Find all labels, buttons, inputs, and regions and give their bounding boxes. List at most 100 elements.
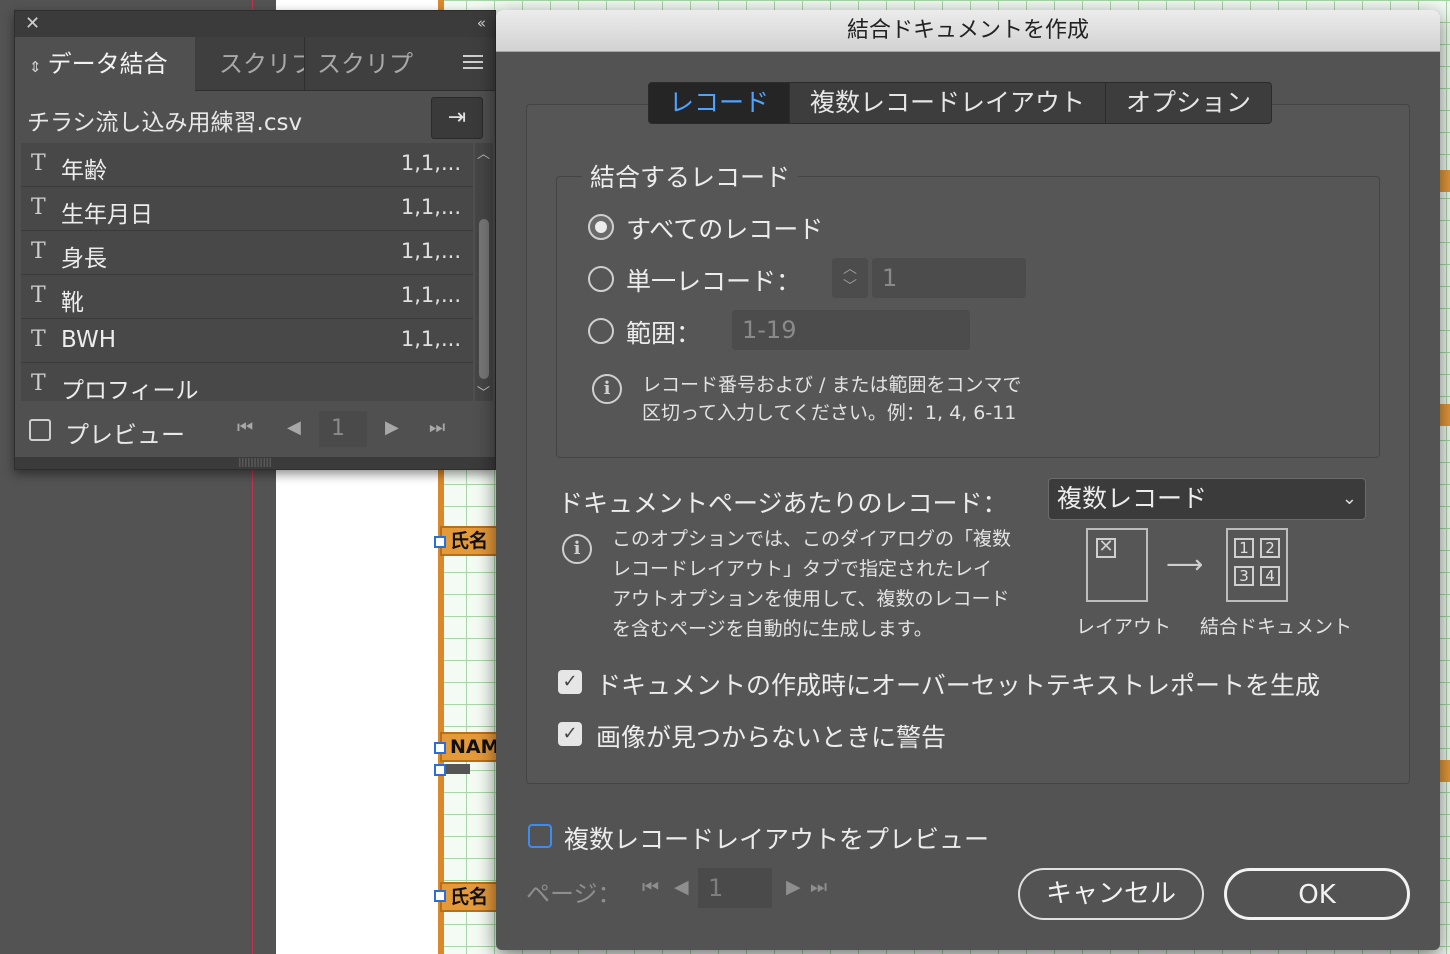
page-label: ページ： [526, 880, 622, 908]
field-list: T 年齢 1,1,... T 生年月日 1,1,... T 身長 1,1,...… [21, 143, 473, 401]
close-icon[interactable]: ✕ [25, 13, 40, 34]
scroll-thumb[interactable] [479, 219, 489, 379]
field-name: プロフィール [61, 378, 199, 401]
tab-options[interactable]: オプション [1106, 83, 1271, 123]
field-name: 生年月日 [61, 202, 153, 228]
records-per-page-value: 複数レコード [1057, 484, 1208, 513]
ok-button[interactable]: OK [1224, 868, 1410, 920]
overset-report-checkbox[interactable]: ✓ [558, 670, 582, 694]
diagram-caption-layout: レイアウト [1076, 616, 1172, 638]
option-help-line-3: アウトオプションを使用して、複数のレコード [612, 588, 1010, 610]
text-field-icon: T [31, 239, 46, 264]
placeholder-image-icon: ✕ [1096, 538, 1116, 558]
first-page-icon: ⏮ [642, 876, 660, 898]
info-icon: i [592, 374, 622, 404]
panel-menu-icon[interactable] [463, 55, 483, 73]
tab-data-merge[interactable]: ⇕ データ結合 [15, 37, 195, 91]
resize-grip[interactable]: ||||||||||| [15, 457, 495, 469]
field-row[interactable]: T 靴 1,1,... [21, 275, 473, 319]
text-field-icon: T [31, 283, 46, 308]
diagram-caption-merged: 結合ドキュメント [1200, 616, 1353, 638]
text-frame-name-2[interactable]: 氏名 < [440, 882, 502, 912]
panel-header: ✕ « [15, 11, 495, 37]
preview-multi-layout-checkbox[interactable] [528, 824, 552, 848]
selection-handle[interactable] [434, 764, 446, 776]
field-row[interactable]: T プロフィール [21, 363, 473, 401]
create-merged-document-dialog: 結合ドキュメントを作成 レコード 複数レコードレイアウト オプション 結合するレ… [496, 10, 1440, 950]
first-record-icon[interactable]: ⏮ [237, 417, 253, 438]
collapse-icon[interactable]: « [477, 14, 486, 32]
option-help-line-4: を含むページを自動的に生成します。 [612, 618, 933, 640]
field-row[interactable]: T BWH 1,1,... [21, 319, 473, 363]
radio-all-records-label[interactable]: すべてのレコード [626, 210, 823, 246]
previous-page-icon: ◀ [674, 876, 689, 898]
data-merge-panel: ✕ « ⇕ データ結合 スクリプ スクリプ チラシ流し込み用練習.csv ⇥ T … [14, 10, 496, 470]
missing-images-checkbox[interactable]: ✓ [558, 722, 582, 746]
selection-handle[interactable] [434, 742, 446, 754]
records-per-page-label: ドキュメントページあたりのレコード： [558, 489, 1008, 518]
radio-single-record[interactable] [588, 266, 614, 292]
last-record-icon[interactable]: ⏭ [429, 417, 445, 438]
create-merged-document-button[interactable]: ⇥ [431, 97, 483, 139]
missing-images-label[interactable]: 画像が見つからないときに警告 [596, 718, 946, 754]
single-record-field: 1 [872, 258, 1026, 298]
radio-range-label[interactable]: 範囲： [626, 314, 701, 350]
diagram-number: 4 [1260, 566, 1280, 586]
text-field-icon: T [31, 151, 46, 176]
dialog-tabs: レコード 複数レコードレイアウト オプション [648, 82, 1273, 124]
text-frame-name[interactable]: 氏名 < [440, 526, 502, 556]
frame-bar [444, 764, 470, 774]
cancel-button[interactable]: キャンセル [1018, 868, 1204, 920]
field-row[interactable]: T 年齢 1,1,... [21, 143, 473, 187]
data-source-row: チラシ流し込み用練習.csv ⇥ [15, 91, 495, 143]
field-name: BWH [61, 327, 116, 353]
chevron-down-icon[interactable]: ﹀ [477, 382, 490, 401]
radio-single-record-label[interactable]: 単一レコード： [626, 262, 801, 298]
chevron-down-icon: ⌄ [1341, 488, 1357, 509]
tab-script-label[interactable]: スクリプ [305, 37, 415, 91]
selection-handle[interactable] [434, 890, 446, 902]
records-per-page-select[interactable]: 複数レコード ⌄ [1048, 478, 1366, 520]
field-name: 年齢 [61, 158, 107, 184]
field-row[interactable]: T 生年月日 1,1,... [21, 187, 473, 231]
selection-handle[interactable] [434, 536, 446, 548]
option-help-line-1: このオプションでは、このダイアログの「複数 [612, 528, 1012, 550]
next-record-icon[interactable]: ▶ [385, 417, 399, 438]
overset-report-label[interactable]: ドキュメントの作成時にオーバーセットテキストレポートを生成 [596, 666, 1320, 702]
preview-checkbox[interactable] [29, 419, 51, 441]
diagram-number: 2 [1260, 538, 1280, 558]
text-field-icon: T [31, 371, 46, 396]
field-sample-value: 1,1,... [400, 151, 461, 175]
arrow-right-icon: ⟶ [1166, 550, 1204, 580]
preview-multi-layout-label[interactable]: 複数レコードレイアウトをプレビュー [564, 820, 989, 856]
next-page-icon: ▶ [786, 876, 801, 898]
tab-records[interactable]: レコード [649, 83, 791, 123]
tab-scripts[interactable]: スクリプ [195, 37, 305, 91]
page-number-field: 1 [698, 868, 772, 908]
option-help-line-2: レコードレイアウト」タブで指定されたレイ [612, 558, 993, 580]
chevron-up-icon[interactable]: ︿ [477, 143, 490, 162]
range-help-line-1: レコード番号および / または範囲をコンマで [642, 374, 1022, 396]
text-field-icon: T [31, 195, 46, 220]
range-help-line-2: 区切って入力してください。例：1, 4, 6-11 [642, 402, 1017, 424]
diagram-number: 3 [1234, 566, 1254, 586]
frame-edge [1440, 170, 1450, 192]
info-icon: i [562, 534, 592, 564]
field-list-scrollbar[interactable]: ︿ ﹀ [475, 143, 493, 401]
single-record-stepper: ︿ ﹀ [832, 258, 868, 298]
dialog-title: 結合ドキュメントを作成 [496, 10, 1440, 52]
frame-edge [1440, 404, 1450, 426]
text-frame-name-en[interactable]: NAME [440, 732, 502, 762]
panel-tabs: ⇕ データ結合 スクリプ スクリプ [15, 37, 495, 91]
tab-multiple-record-layout[interactable]: 複数レコードレイアウト [790, 83, 1107, 123]
field-sample-value: 1,1,... [400, 327, 461, 351]
radio-all-records[interactable] [588, 214, 614, 240]
radio-range[interactable] [588, 318, 614, 344]
range-field: 1-19 [732, 310, 970, 350]
data-source-filename: チラシ流し込み用練習.csv [27, 110, 303, 136]
record-number-field[interactable]: 1 [319, 411, 367, 447]
group-title: 結合するレコード [582, 158, 799, 194]
previous-record-icon[interactable]: ◀ [287, 417, 301, 438]
preview-label: プレビュー [65, 421, 185, 449]
field-row[interactable]: T 身長 1,1,... [21, 231, 473, 275]
